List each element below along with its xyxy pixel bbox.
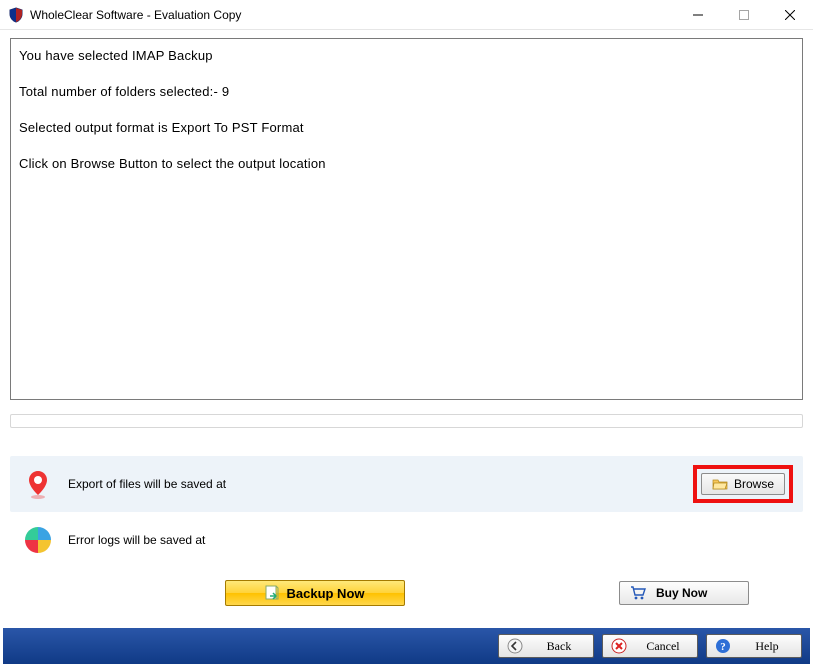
- app-icon: [8, 7, 24, 23]
- close-button[interactable]: [767, 0, 813, 29]
- back-arrow-icon: [507, 638, 523, 654]
- window-title: WholeClear Software - Evaluation Copy: [30, 8, 675, 22]
- browse-button[interactable]: Browse: [701, 473, 785, 495]
- window-controls: [675, 0, 813, 29]
- folder-open-icon: [712, 476, 728, 492]
- summary-line-format: Selected output format is Export To PST …: [19, 119, 794, 137]
- export-location-label: Export of files will be saved at: [68, 477, 677, 491]
- buy-now-label: Buy Now: [656, 586, 707, 600]
- summary-line-folders: Total number of folders selected:- 9: [19, 83, 794, 101]
- pie-chart-icon: [22, 524, 54, 556]
- summary-line-backup: You have selected IMAP Backup: [19, 47, 794, 65]
- help-button[interactable]: ? Help: [706, 634, 802, 658]
- separator-bar: [10, 414, 803, 428]
- shopping-cart-icon: [630, 585, 646, 601]
- location-pin-icon: [22, 468, 54, 500]
- browse-button-label: Browse: [734, 477, 774, 491]
- cancel-button[interactable]: Cancel: [602, 634, 698, 658]
- footer-bar: Back Cancel ? Help: [3, 628, 810, 664]
- summary-panel: You have selected IMAP Backup Total numb…: [10, 38, 803, 400]
- error-log-label: Error logs will be saved at: [68, 533, 677, 547]
- buy-now-button[interactable]: Buy Now: [619, 581, 749, 605]
- summary-line-instruction: Click on Browse Button to select the out…: [19, 155, 794, 173]
- error-log-row: Error logs will be saved at: [10, 512, 803, 568]
- help-button-label: Help: [741, 639, 793, 654]
- export-location-row: Export of files will be saved at Browse: [10, 456, 803, 512]
- browse-highlight-frame: Browse: [693, 465, 793, 503]
- minimize-button[interactable]: [675, 0, 721, 29]
- back-button-label: Back: [533, 639, 585, 654]
- document-save-icon: [264, 585, 280, 601]
- titlebar: WholeClear Software - Evaluation Copy: [0, 0, 813, 30]
- maximize-button[interactable]: [721, 0, 767, 29]
- backup-now-button[interactable]: Backup Now: [225, 580, 405, 606]
- backup-now-label: Backup Now: [286, 586, 364, 601]
- back-button[interactable]: Back: [498, 634, 594, 658]
- help-question-icon: ?: [715, 638, 731, 654]
- svg-text:?: ?: [720, 641, 726, 653]
- cancel-x-icon: [611, 638, 627, 654]
- cancel-button-label: Cancel: [637, 639, 689, 654]
